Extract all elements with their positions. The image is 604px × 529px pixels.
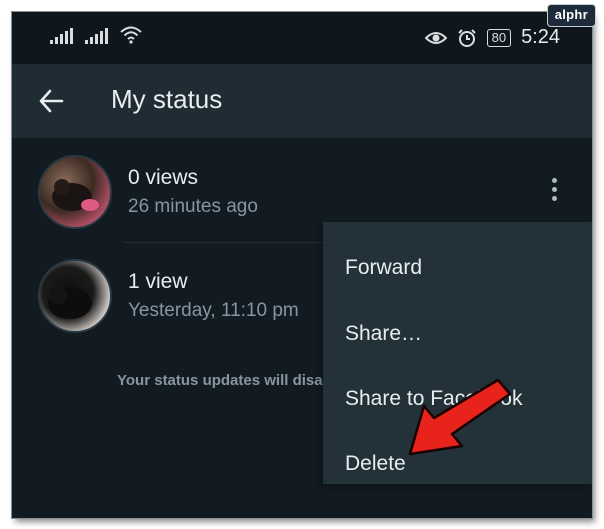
status-views: 0 views — [128, 166, 199, 189]
status-bar-left — [50, 26, 142, 44]
clock: 5:24 — [521, 26, 560, 48]
arrow-left-icon[interactable] — [38, 88, 64, 114]
status-thumbnail[interactable] — [38, 259, 112, 333]
status-views: 1 view — [128, 270, 188, 293]
battery-icon: 80 — [486, 28, 512, 47]
signal-icon — [85, 28, 108, 44]
status-bar: 80 5:24 — [12, 12, 592, 64]
puppy-image-icon — [52, 179, 99, 211]
menu-item-forward[interactable]: Forward — [323, 236, 592, 300]
page-title: My status — [111, 84, 223, 114]
red-arrow-annotation — [408, 378, 512, 456]
menu-item-share[interactable]: Share… — [323, 302, 592, 366]
alphr-watermark: alphr — [546, 4, 596, 27]
wifi-icon — [120, 26, 142, 44]
status-time: Yesterday, 11:10 pm — [128, 300, 299, 321]
status-time: 26 minutes ago — [128, 196, 258, 217]
app-bar: My status — [12, 64, 592, 138]
more-options-icon[interactable] — [550, 178, 558, 204]
signal-icon — [50, 28, 73, 44]
puppy-image-icon — [48, 286, 92, 319]
eye-icon — [424, 31, 447, 44]
alarm-icon — [457, 28, 476, 47]
status-thumbnail[interactable] — [38, 155, 112, 229]
status-bar-right: 80 5:24 — [424, 26, 560, 49]
status-footer-note: Your status updates will disa — [117, 372, 323, 389]
